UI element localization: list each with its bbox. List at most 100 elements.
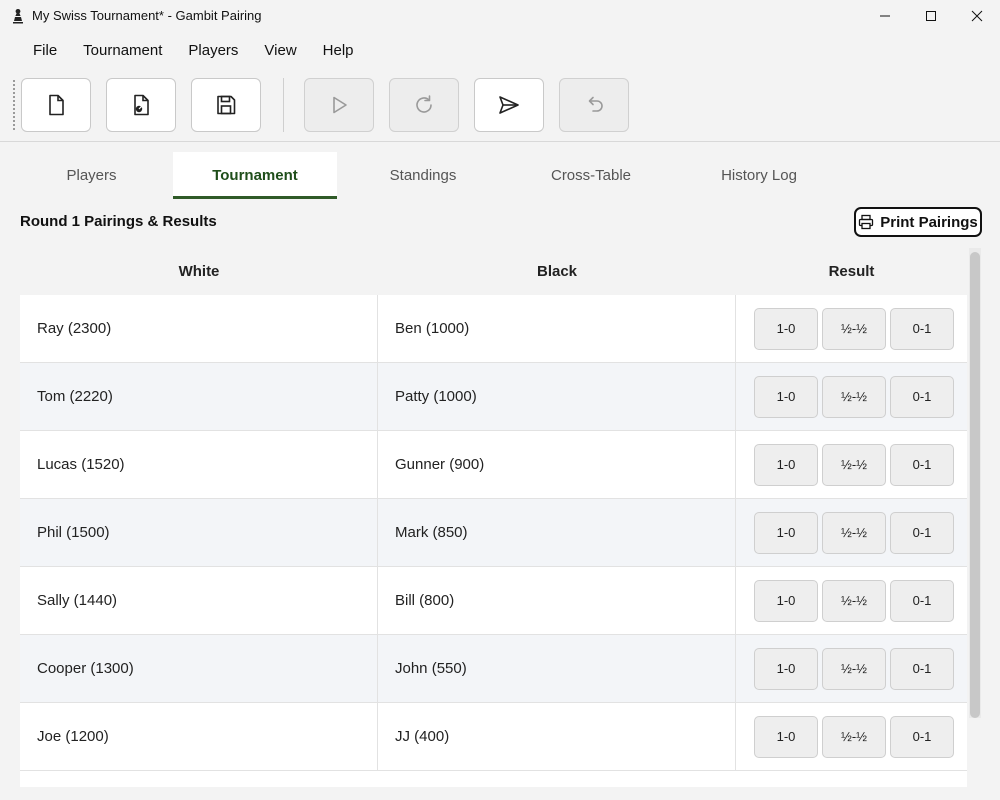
close-button[interactable]	[954, 0, 1000, 31]
table-row[interactable]: Ray (2300) Ben (1000) 1-0 ½-½ 0-1	[20, 295, 967, 363]
black-player-cell[interactable]: Gunner (900)	[378, 431, 736, 498]
toolbar-grip[interactable]	[13, 80, 15, 130]
save-tournament-button[interactable]	[191, 78, 261, 132]
header-black[interactable]: Black	[378, 247, 736, 295]
white-wins-button[interactable]: 1-0	[754, 307, 818, 350]
white-player-cell[interactable]: Ray (2300)	[20, 295, 378, 362]
white-wins-button[interactable]: 1-0	[754, 511, 818, 554]
table-row[interactable]: Lucas (1520) Gunner (900) 1-0 ½-½ 0-1	[20, 431, 967, 499]
black-player-cell[interactable]: Patty (1000)	[378, 363, 736, 430]
menu-view[interactable]: View	[251, 36, 309, 65]
chess-pawn-icon	[10, 8, 26, 24]
draw-button[interactable]: ½-½	[822, 715, 886, 758]
menu-tournament[interactable]: Tournament	[70, 36, 175, 65]
result-cell: 1-0 ½-½ 0-1	[736, 295, 967, 362]
new-document-icon	[49, 94, 64, 116]
undo-icon	[588, 96, 603, 112]
table-row[interactable]: Phil (1500) Mark (850) 1-0 ½-½ 0-1	[20, 499, 967, 567]
main-content: Players Tournament Standings Cross-Table…	[0, 143, 1000, 800]
result-cell: 1-0 ½-½ 0-1	[736, 635, 967, 702]
white-player-cell[interactable]: Lucas (1520)	[20, 431, 378, 498]
header-result[interactable]: Result	[736, 247, 967, 295]
window-title: My Swiss Tournament* - Gambit Pairing	[32, 8, 262, 23]
header-white[interactable]: White	[20, 247, 378, 295]
submit-results-button[interactable]	[474, 78, 544, 132]
title-bar: My Swiss Tournament* - Gambit Pairing	[0, 0, 1000, 31]
white-wins-button[interactable]: 1-0	[754, 375, 818, 418]
draw-button[interactable]: ½-½	[822, 375, 886, 418]
black-player-cell[interactable]: JJ (400)	[378, 703, 736, 770]
new-tournament-button[interactable]	[21, 78, 91, 132]
black-wins-button[interactable]: 0-1	[890, 443, 954, 486]
toolbar-separator	[283, 78, 284, 132]
print-pairings-button[interactable]: Print Pairings	[854, 207, 982, 237]
play-icon	[333, 96, 347, 114]
menu-players[interactable]: Players	[175, 36, 251, 65]
black-wins-button[interactable]: 0-1	[890, 511, 954, 554]
send-icon	[499, 96, 519, 114]
black-player-cell[interactable]: Mark (850)	[378, 499, 736, 566]
pairings-table: White Black Result Ray (2300) Ben (1000) 1…	[20, 247, 967, 787]
menu-file[interactable]: File	[20, 36, 70, 65]
result-cell: 1-0 ½-½ 0-1	[736, 567, 967, 634]
white-wins-button[interactable]: 1-0	[754, 647, 818, 690]
white-player-cell[interactable]: Phil (1500)	[20, 499, 378, 566]
draw-button[interactable]: ½-½	[822, 511, 886, 554]
tab-history-log[interactable]: History Log	[673, 152, 845, 199]
minimize-icon	[880, 15, 890, 16]
table-row[interactable]: Sally (1440) Bill (800) 1-0 ½-½ 0-1	[20, 567, 967, 635]
white-wins-button[interactable]: 1-0	[754, 443, 818, 486]
draw-button[interactable]: ½-½	[822, 647, 886, 690]
table-header: White Black Result	[20, 247, 967, 295]
refresh-icon	[416, 95, 432, 113]
maximize-icon	[926, 10, 936, 21]
white-wins-button[interactable]: 1-0	[754, 579, 818, 622]
open-tournament-button[interactable]	[106, 78, 176, 132]
scrollbar-thumb[interactable]	[970, 252, 980, 718]
menu-bar: File Tournament Players View Help	[0, 31, 1000, 69]
draw-button[interactable]: ½-½	[822, 443, 886, 486]
toolbar	[0, 70, 1000, 142]
draw-button[interactable]: ½-½	[822, 307, 886, 350]
white-player-cell[interactable]: Tom (2220)	[20, 363, 378, 430]
maximize-button[interactable]	[908, 0, 954, 31]
black-wins-button[interactable]: 0-1	[890, 307, 954, 350]
draw-button[interactable]: ½-½	[822, 579, 886, 622]
tab-tournament[interactable]: Tournament	[173, 152, 337, 199]
repair-round-button[interactable]	[389, 78, 459, 132]
black-player-cell[interactable]: Ben (1000)	[378, 295, 736, 362]
save-icon	[217, 95, 236, 115]
black-player-cell[interactable]: Bill (800)	[378, 567, 736, 634]
black-wins-button[interactable]: 0-1	[890, 647, 954, 690]
print-pairings-label: Print Pairings	[880, 213, 978, 231]
result-cell: 1-0 ½-½ 0-1	[736, 703, 967, 770]
printer-icon	[859, 214, 874, 230]
black-wins-button[interactable]: 0-1	[890, 715, 954, 758]
white-player-cell[interactable]: Cooper (1300)	[20, 635, 378, 702]
result-cell: 1-0 ½-½ 0-1	[736, 431, 967, 498]
tab-bar: Players Tournament Standings Cross-Table…	[10, 152, 845, 199]
white-player-cell[interactable]: Sally (1440)	[20, 567, 378, 634]
menu-help[interactable]: Help	[310, 36, 367, 65]
table-row[interactable]: Tom (2220) Patty (1000) 1-0 ½-½ 0-1	[20, 363, 967, 431]
table-scrollbar[interactable]	[969, 248, 981, 718]
open-document-icon	[134, 94, 149, 116]
tab-cross-table[interactable]: Cross-Table	[509, 152, 673, 199]
tab-standings[interactable]: Standings	[337, 152, 509, 199]
minimize-button[interactable]	[862, 0, 908, 31]
white-player-cell[interactable]: Joe (1200)	[20, 703, 378, 770]
result-cell: 1-0 ½-½ 0-1	[736, 363, 967, 430]
table-row[interactable]: Cooper (1300) John (550) 1-0 ½-½ 0-1	[20, 635, 967, 703]
table-body: Ray (2300) Ben (1000) 1-0 ½-½ 0-1 Tom (2220) P…	[20, 295, 967, 771]
close-icon	[971, 10, 983, 21]
result-cell: 1-0 ½-½ 0-1	[736, 499, 967, 566]
tab-players[interactable]: Players	[10, 152, 173, 199]
round-title: Round 1 Pairings & Results	[20, 213, 217, 230]
start-round-button[interactable]	[304, 78, 374, 132]
black-wins-button[interactable]: 0-1	[890, 579, 954, 622]
black-player-cell[interactable]: John (550)	[378, 635, 736, 702]
black-wins-button[interactable]: 0-1	[890, 375, 954, 418]
white-wins-button[interactable]: 1-0	[754, 715, 818, 758]
table-row[interactable]: Joe (1200) JJ (400) 1-0 ½-½ 0-1	[20, 703, 967, 771]
undo-button[interactable]	[559, 78, 629, 132]
